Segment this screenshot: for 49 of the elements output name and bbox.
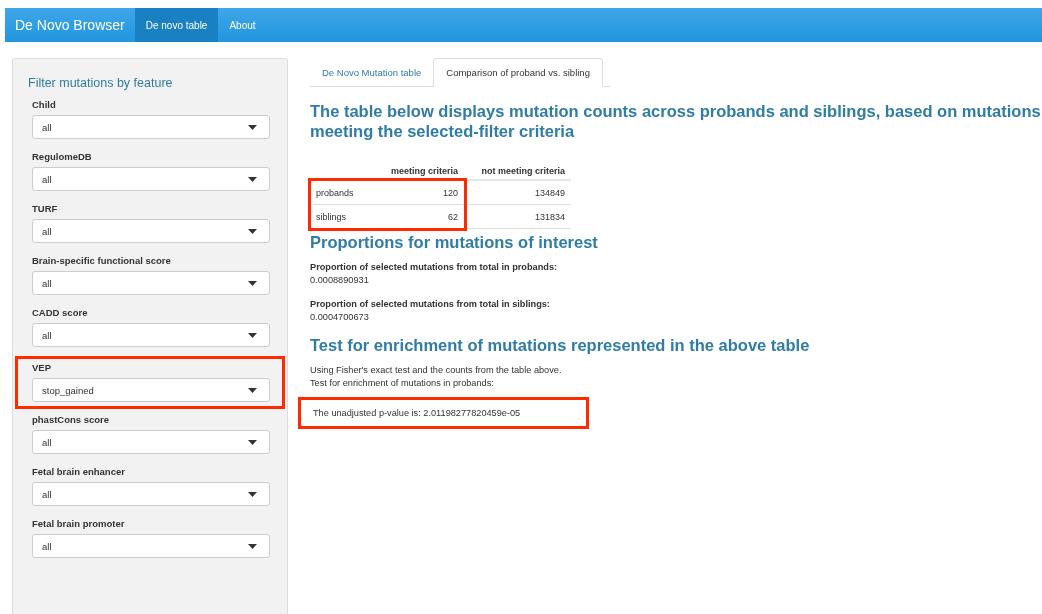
- proportion-value: 0.0008890931: [310, 275, 370, 285]
- filter-dropdown[interactable]: all: [32, 323, 270, 347]
- nav-tab[interactable]: De novo table: [134, 8, 219, 42]
- column-header: meeting criteria: [389, 166, 459, 176]
- filter-dropdown[interactable]: all: [32, 219, 270, 243]
- caret-icon: [248, 543, 257, 549]
- tab[interactable]: Comparison of proband vs. sibling: [433, 58, 603, 87]
- proportion-label: Proportion of selected mutations from total in probands:: [310, 262, 559, 272]
- filter-label: Child: [32, 99, 57, 110]
- section-heading: The table below displays mutation counts across probands and siblings, based on mutations meeting the selected-filter criteria: [310, 101, 1042, 141]
- caret-icon: [248, 124, 257, 130]
- filter-dropdown[interactable]: stop_gained: [32, 378, 270, 402]
- description-text: Test for enrichment of mutations in probands:: [310, 378, 495, 388]
- filter-label: CADD score: [32, 307, 89, 318]
- table-cell-text: 120: [441, 187, 459, 198]
- filter-dropdown[interactable]: all: [32, 482, 270, 506]
- filter-label: Brain-specific functional score: [32, 255, 172, 266]
- caret-icon: [248, 280, 257, 286]
- table-cell-text: probands: [315, 187, 355, 198]
- filter-dropdown[interactable]: all: [32, 430, 270, 454]
- filter-dropdown[interactable]: all: [32, 534, 270, 558]
- caret-icon: [248, 491, 257, 497]
- table-cell-text: 62: [447, 211, 459, 222]
- column-header: not meeting criteria: [480, 166, 566, 176]
- description-text: Using Fisher's exact test and the counts from the table above.: [310, 365, 563, 375]
- sidebar-title: Filter mutations by feature: [28, 76, 174, 90]
- section-heading: Proportions for mutations of interest: [310, 233, 599, 252]
- filter-dropdown[interactable]: all: [32, 115, 270, 139]
- caret-icon: [248, 387, 257, 393]
- tab[interactable]: De Novo Mutation table: [310, 58, 434, 86]
- filter-label: phastCons score: [32, 414, 111, 425]
- proportion-label: Proportion of selected mutations from total in siblings:: [310, 299, 551, 309]
- p-value-text: The unadjusted p-value is: 2.01198277820459e-05: [313, 408, 521, 418]
- table-cell-text: 131834: [533, 211, 566, 222]
- filter-label: VEP: [32, 362, 52, 373]
- caret-icon: [248, 439, 257, 445]
- table-cell-text: siblings: [315, 211, 347, 222]
- caret-icon: [248, 176, 257, 182]
- filter-dropdown[interactable]: all: [32, 167, 270, 191]
- filter-label: Fetal brain enhancer: [32, 466, 126, 477]
- section-heading: Test for enrichment of mutations represented in the above table: [310, 336, 811, 355]
- filter-label: RegulomeDB: [32, 151, 93, 162]
- caret-icon: [248, 332, 257, 338]
- caret-icon: [248, 228, 257, 234]
- table-cell-text: 134849: [533, 187, 566, 198]
- filter-dropdown[interactable]: all: [32, 271, 270, 295]
- proportion-value: 0.0004700673: [310, 312, 370, 322]
- filter-label: Fetal brain promoter: [32, 518, 126, 529]
- filter-label: TURF: [32, 203, 59, 214]
